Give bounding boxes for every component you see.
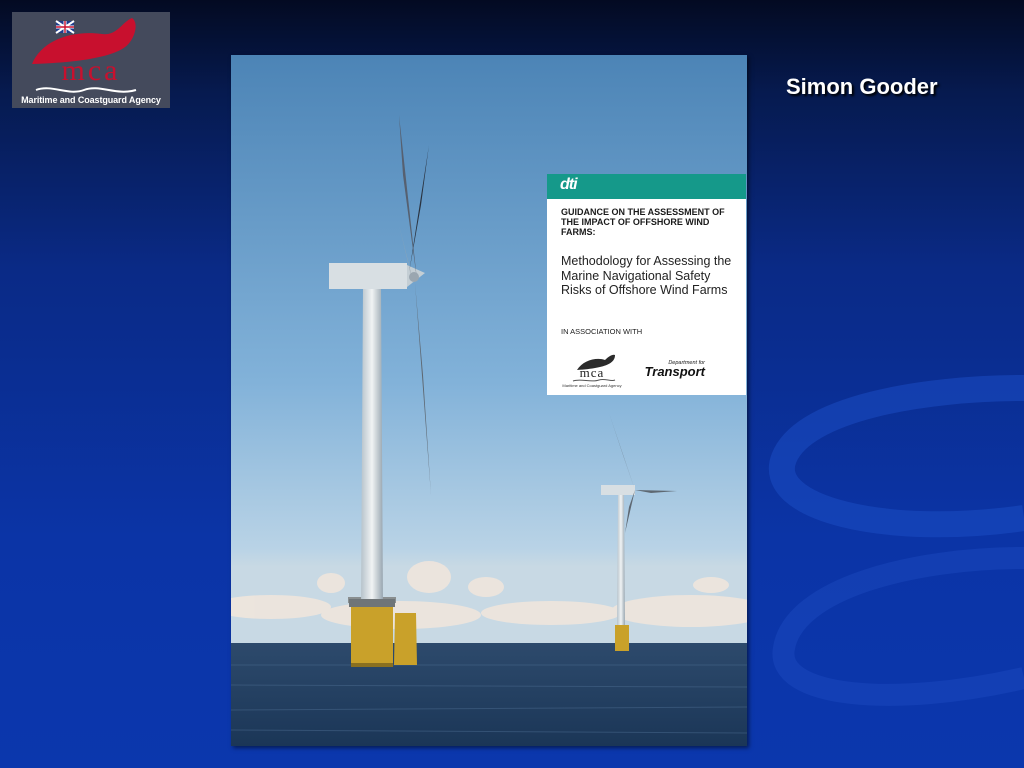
wind-farm-photo bbox=[231, 55, 747, 746]
cover-brand-bar: dti bbox=[547, 174, 746, 199]
partner-mca-logo: mca Maritime and Coastguard Agency bbox=[561, 352, 623, 388]
report-cover: dti GUIDANCE ON THE ASSESSMENT OF THE IM… bbox=[231, 55, 747, 746]
mca-wordmark: mca bbox=[61, 54, 121, 87]
mca-logo: mca Maritime and Coastguard Agency bbox=[12, 12, 170, 108]
mca-small-wordmark: mca bbox=[579, 365, 605, 380]
dft-line2: Transport bbox=[644, 364, 705, 379]
background-swoosh bbox=[768, 375, 1024, 706]
mca-caption: Maritime and Coastguard Agency bbox=[21, 95, 161, 105]
dti-logo: dti bbox=[560, 176, 578, 193]
mca-small-caption: Maritime and Coastguard Agency bbox=[562, 383, 622, 388]
cover-title-panel: dti GUIDANCE ON THE ASSESSMENT OF THE IM… bbox=[547, 174, 746, 395]
presenter-name: Simon Gooder bbox=[786, 74, 938, 99]
cover-association-label: IN ASSOCIATION WITH bbox=[561, 327, 643, 336]
cover-heading: GUIDANCE ON THE ASSESSMENT OF THE IMPACT… bbox=[561, 207, 725, 237]
partner-dft-logo: Department for Transport bbox=[635, 360, 705, 378]
cover-subtitle: Methodology for Assessing the Marine Nav… bbox=[561, 254, 732, 297]
